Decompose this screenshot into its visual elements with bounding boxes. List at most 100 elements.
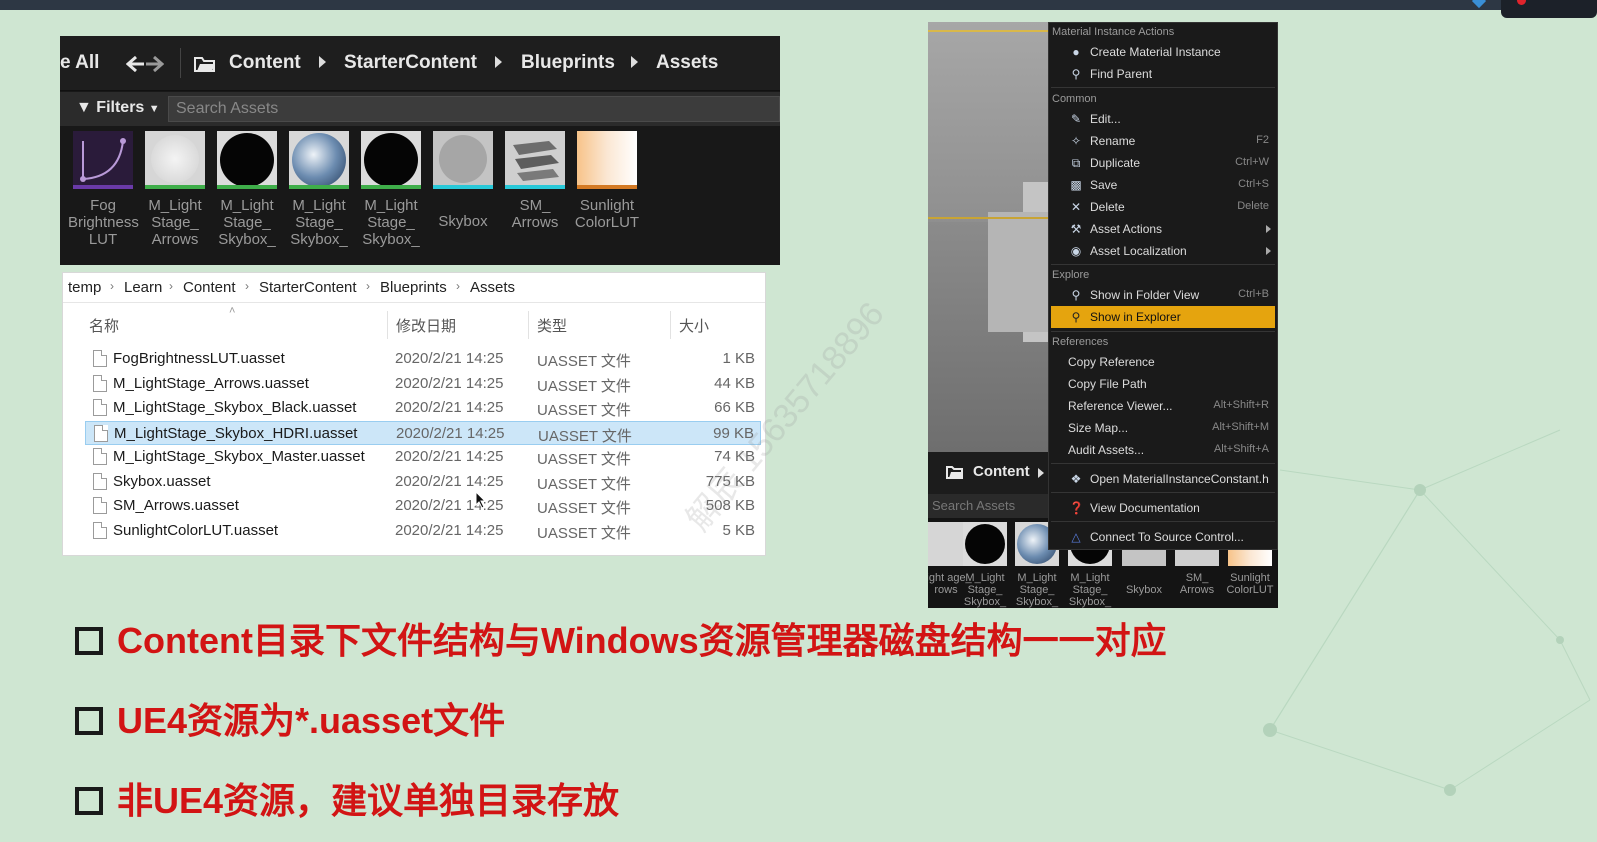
- breadcrumb-learn[interactable]: Learn: [124, 279, 162, 296]
- column-separator[interactable]: [670, 311, 671, 339]
- menu-item-asset-actions[interactable]: ⚒ Asset Actions: [1051, 218, 1275, 240]
- file-date: 2020/2/21 14:25: [395, 374, 504, 392]
- menu-item-label: Duplicate: [1090, 156, 1141, 170]
- menu-item-create-material-instance[interactable]: ● Create Material Instance: [1051, 41, 1275, 63]
- asset-tile-label: M_Light Stage_ Skybox_: [1015, 572, 1059, 608]
- menu-section-material: Material Instance Actions: [1052, 26, 1175, 38]
- menu-divider: [1051, 331, 1275, 332]
- asset-tile-sunlight-lut[interactable]: Sunlight ColorLUT: [572, 131, 642, 231]
- file-row[interactable]: Skybox.uasset 2020/2/21 14:25 UASSET 文件 775…: [85, 470, 761, 494]
- back-forward-icon[interactable]: [126, 56, 164, 72]
- menu-item-open-header[interactable]: ❖ Open MaterialInstanceConstant.h: [1051, 468, 1275, 490]
- column-header-type[interactable]: 类型: [537, 315, 567, 336]
- bullet-text: UE4资源为*.uasset文件: [117, 700, 506, 741]
- bg-asset-tile[interactable]: M_Light Stage_ Skybox_: [959, 522, 1011, 608]
- path-startercontent[interactable]: StarterContent: [344, 52, 477, 74]
- light-sphere-thumbnail: [145, 131, 205, 189]
- file-type: UASSET 文件: [537, 402, 631, 419]
- menu-item-show-in-explorer[interactable]: ⚲ Show in Explorer: [1051, 306, 1275, 328]
- column-header-date[interactable]: 修改日期: [396, 315, 456, 336]
- path-chevron-icon[interactable]: [495, 56, 502, 68]
- menu-item-connect-source-control[interactable]: △ Connect To Source Control...: [1051, 526, 1275, 548]
- menu-item-asset-localization[interactable]: ◉ Asset Localization: [1051, 240, 1275, 262]
- asset-tile-label: Skybox: [438, 213, 488, 230]
- file-icon: [93, 350, 107, 367]
- file-icon: [94, 424, 108, 442]
- menu-item-label: Audit Assets...: [1068, 443, 1145, 457]
- path-chevron-icon[interactable]: [319, 56, 326, 68]
- checkbox-square-icon: [75, 627, 103, 655]
- menu-item-copy-file-path[interactable]: Copy File Path: [1051, 373, 1275, 395]
- asset-tile-material[interactable]: M_Light Stage_ Skybox_: [284, 131, 354, 248]
- asset-tile-material[interactable]: M_Light Stage_ Skybox_: [356, 131, 426, 248]
- filters-button[interactable]: ▼ Filters ▼: [76, 99, 160, 117]
- bullet-point: 非UE4资源，建议单独目录存放: [75, 772, 619, 824]
- chevron-right-icon[interactable]: ›: [245, 279, 249, 293]
- path-all[interactable]: e All: [60, 52, 99, 74]
- menu-item-duplicate[interactable]: ⧉ Duplicate Ctrl+W: [1051, 152, 1275, 174]
- column-header-size[interactable]: 大小: [679, 315, 709, 336]
- file-type: UASSET 文件: [537, 500, 631, 517]
- menu-item-label: Create Material Instance: [1090, 45, 1221, 59]
- file-row[interactable]: SM_Arrows.uasset 2020/2/21 14:25 UASSET 文件…: [85, 494, 761, 518]
- breadcrumb-startercontent[interactable]: StarterContent: [259, 279, 357, 296]
- asset-tile-label: Skybox: [1125, 584, 1163, 596]
- menu-item-delete[interactable]: ✕ Delete Delete: [1051, 196, 1275, 218]
- menu-item-copy-reference[interactable]: Copy Reference: [1051, 351, 1275, 373]
- file-name: SunlightColorLUT.uasset: [113, 521, 279, 539]
- file-row[interactable]: FogBrightnessLUT.uasset 2020/2/21 14:25 UA…: [85, 347, 761, 371]
- file-row-selected[interactable]: M_LightStage_Skybox_HDRI.uasset 2020/2/21…: [85, 420, 761, 445]
- file-row[interactable]: SunlightColorLUT.uasset 2020/2/21 14:25 UA…: [85, 519, 761, 543]
- file-row[interactable]: M_LightStage_Skybox_Black.uasset 2020/2/2…: [85, 396, 761, 420]
- path-blueprints[interactable]: Blueprints: [521, 52, 615, 74]
- menu-item-audit-assets[interactable]: Audit Assets... Alt+Shift+A: [1051, 439, 1275, 461]
- menu-item-label: Copy Reference: [1068, 355, 1155, 369]
- menu-item-size-map[interactable]: Size Map... Alt+Shift+M: [1051, 417, 1275, 439]
- breadcrumb-temp[interactable]: temp: [68, 279, 101, 296]
- bg-content-label[interactable]: Content: [973, 463, 1030, 480]
- column-separator[interactable]: [387, 311, 388, 339]
- menu-shortcut: Ctrl+B: [1238, 288, 1269, 300]
- menu-item-show-in-folder-view[interactable]: ⚲ Show in Folder View Ctrl+B: [1051, 284, 1275, 306]
- breadcrumb-blueprints[interactable]: Blueprints: [380, 279, 447, 296]
- menu-item-label: Connect To Source Control...: [1090, 530, 1244, 544]
- menu-item-reference-viewer[interactable]: Reference Viewer... Alt+Shift+R: [1051, 395, 1275, 417]
- menu-item-save[interactable]: ▩ Save Ctrl+S: [1051, 174, 1275, 196]
- menu-item-rename[interactable]: ✧ Rename F2: [1051, 130, 1275, 152]
- path-content[interactable]: Content: [229, 52, 301, 74]
- bullet-text: 非UE4资源，建议单独目录存放: [117, 780, 620, 821]
- menu-item-find-parent[interactable]: ⚲ Find Parent: [1051, 63, 1275, 85]
- bullet-text: Content目录下文件结构与Windows资源管理器磁盘结构一一对应: [117, 620, 1167, 661]
- menu-item-edit[interactable]: ✎ Edit...: [1051, 108, 1275, 130]
- chevron-right-icon[interactable]: ›: [366, 279, 370, 293]
- file-date: 2020/2/21 14:25: [395, 497, 504, 514]
- chevron-right-icon[interactable]: ›: [169, 279, 173, 293]
- breadcrumb-content[interactable]: Content: [183, 279, 236, 296]
- file-row[interactable]: M_LightStage_Skybox_Master.uasset 2020/2/…: [85, 445, 761, 469]
- folder-icon: [194, 57, 215, 72]
- menu-item-label: Open MaterialInstanceConstant.h: [1090, 472, 1269, 486]
- asset-tile-fog-lut[interactable]: Fog Brightness LUT: [68, 131, 139, 248]
- menu-shortcut: Alt+Shift+R: [1213, 399, 1269, 411]
- file-icon: [93, 497, 107, 514]
- path-assets[interactable]: Assets: [656, 52, 718, 74]
- asset-tile-material[interactable]: M_Light Stage_ Skybox_: [212, 131, 282, 248]
- menu-item-view-documentation[interactable]: ❓ View Documentation: [1051, 497, 1275, 519]
- asset-tile-sm-arrows[interactable]: SM_ Arrows: [500, 131, 570, 231]
- chevron-right-icon[interactable]: ›: [110, 279, 114, 293]
- material-icon: ●: [1072, 45, 1080, 59]
- asset-tile-label: SM_ Arrows: [1179, 572, 1215, 596]
- path-chevron-icon[interactable]: [1038, 468, 1044, 478]
- asset-tile-material[interactable]: M_Light Stage_ Arrows: [140, 131, 210, 248]
- arrows-mesh-thumbnail: [505, 131, 565, 189]
- column-separator[interactable]: [528, 311, 529, 339]
- asset-tile-skybox[interactable]: Skybox: [428, 131, 498, 230]
- path-chevron-icon[interactable]: [631, 56, 638, 68]
- column-header-name[interactable]: 名称: [89, 315, 119, 336]
- file-name: M_LightStage_Arrows.uasset: [113, 374, 309, 392]
- mouse-cursor-icon: [475, 491, 487, 509]
- search-assets-input[interactable]: Search Assets: [168, 96, 780, 122]
- breadcrumb-assets[interactable]: Assets: [470, 279, 515, 296]
- file-row[interactable]: M_LightStage_Arrows.uasset 2020/2/21 14:2…: [85, 372, 761, 396]
- chevron-right-icon[interactable]: ›: [456, 279, 460, 293]
